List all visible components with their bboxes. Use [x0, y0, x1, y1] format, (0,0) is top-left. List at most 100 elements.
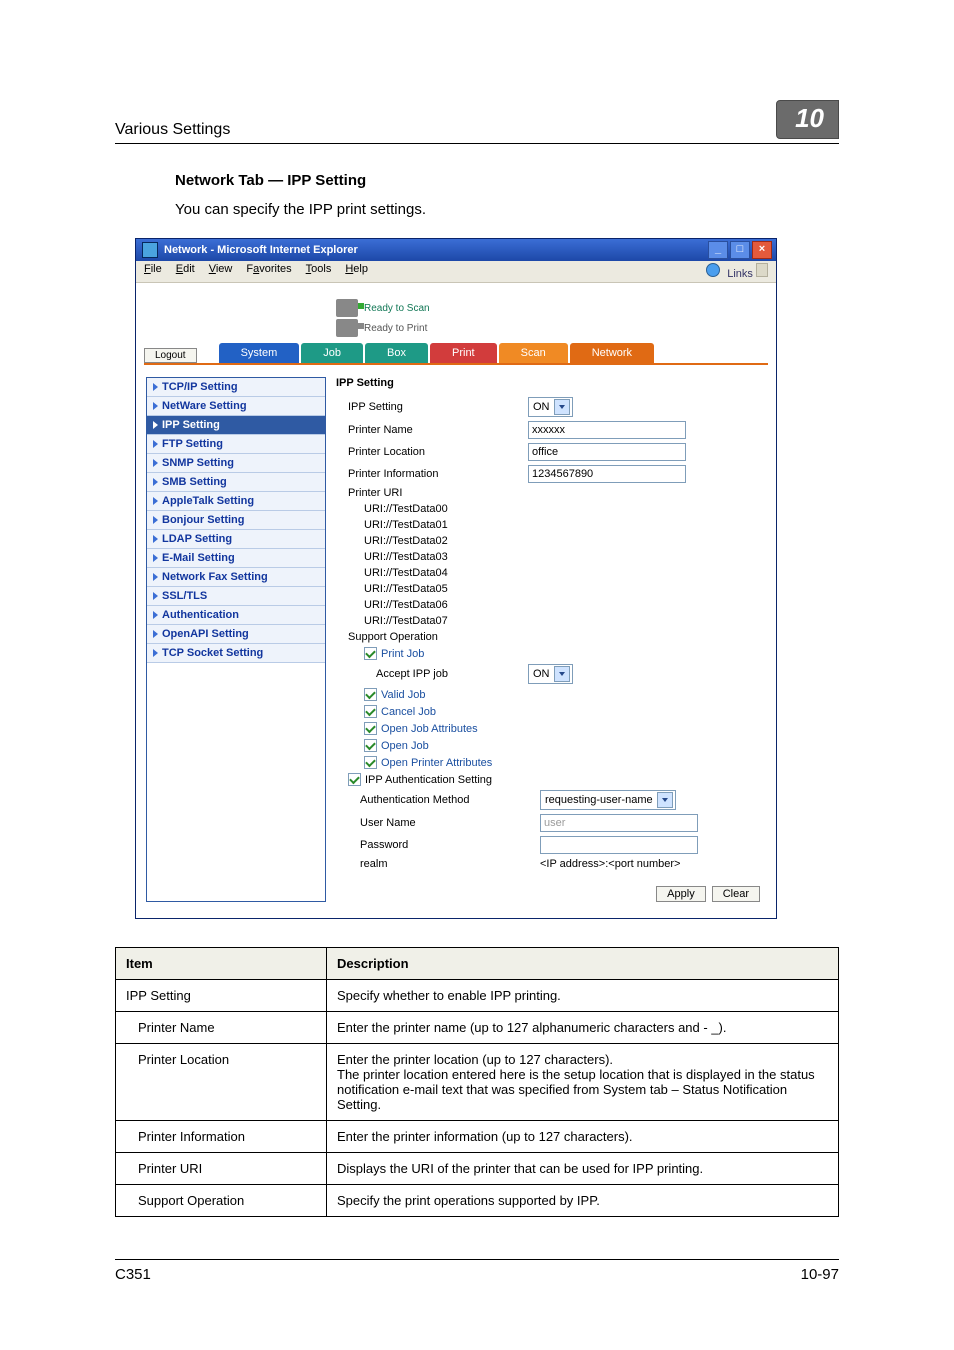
menu-edit[interactable]: Edit [176, 263, 195, 280]
op-open-printer-attr: Open Printer Attributes [381, 757, 492, 769]
uri-row: URI://TestData06 [336, 597, 766, 613]
scanner-icon [336, 299, 358, 317]
uri-row: URI://TestData04 [336, 565, 766, 581]
ie-window: Network - Microsoft Internet Explorer _ … [135, 238, 777, 919]
op-open-job-attr: Open Job Attributes [381, 723, 478, 735]
chevron-down-icon [554, 666, 570, 682]
label-ipp-auth: IPP Authentication Setting [365, 774, 492, 786]
realm-value: <IP address>:<port number> [540, 858, 680, 870]
status-scan: Ready to Scan [364, 303, 430, 314]
table-row: Support Operation Specify the print oper… [116, 1185, 839, 1217]
status-print: Ready to Print [364, 323, 427, 334]
nav-snmp[interactable]: SNMP Setting [147, 454, 325, 473]
checkbox-valid-job[interactable] [364, 688, 377, 701]
checkbox-ipp-auth[interactable] [348, 773, 361, 786]
menu-file[interactable]: File [144, 263, 162, 280]
uri-row: URI://TestData01 [336, 517, 766, 533]
minimize-button[interactable]: _ [708, 241, 728, 259]
links-bar[interactable]: Links [706, 263, 768, 280]
checkbox-open-printer-attr[interactable] [364, 756, 377, 769]
menu-tools[interactable]: Tools [306, 263, 332, 280]
nav-ssltls[interactable]: SSL/TLS [147, 587, 325, 606]
nav-smb[interactable]: SMB Setting [147, 473, 325, 492]
uri-row: URI://TestData07 [336, 613, 766, 629]
label-accept-ipp: Accept IPP job [376, 668, 528, 680]
nav-netware[interactable]: NetWare Setting [147, 397, 325, 416]
close-button[interactable]: × [752, 241, 772, 259]
nav-tcpip[interactable]: TCP/IP Setting [147, 378, 325, 397]
op-valid-job: Valid Job [381, 689, 425, 701]
input-printer-name[interactable] [528, 421, 686, 439]
form-heading: IPP Setting [336, 377, 766, 395]
nav-tcpsocket[interactable]: TCP Socket Setting [147, 644, 325, 663]
menu-view[interactable]: View [209, 263, 233, 280]
checkbox-print-job[interactable] [364, 647, 377, 660]
select-accept-ipp[interactable]: ON [528, 664, 573, 684]
chapter-number-badge: 10 [776, 100, 839, 139]
ipp-form-area: IPP Setting IPP Setting ON Printer Name … [336, 377, 766, 902]
input-printer-info[interactable] [528, 465, 686, 483]
nav-ipp[interactable]: IPP Setting [147, 416, 325, 435]
table-row: Printer Name Enter the printer name (up … [116, 1012, 839, 1044]
tab-system[interactable]: System [219, 343, 300, 363]
th-item: Item [116, 948, 327, 980]
th-desc: Description [327, 948, 839, 980]
uri-row: URI://TestData02 [336, 533, 766, 549]
section-body: You can specify the IPP print settings. [175, 201, 839, 218]
help-icon [706, 263, 720, 277]
label-support-op: Support Operation [348, 631, 528, 643]
chevron-right-icon [756, 263, 768, 277]
op-cancel-job: Cancel Job [381, 706, 436, 718]
nav-appletalk[interactable]: AppleTalk Setting [147, 492, 325, 511]
ie-icon [142, 242, 158, 258]
uri-row: URI://TestData03 [336, 549, 766, 565]
footer-page: 10-97 [801, 1266, 839, 1283]
select-auth-method[interactable]: requesting-user-name [540, 790, 676, 810]
apply-button[interactable]: Apply [656, 886, 706, 902]
window-titlebar: Network - Microsoft Internet Explorer _ … [136, 239, 776, 261]
table-row: Printer Information Enter the printer in… [116, 1121, 839, 1153]
nav-ftp[interactable]: FTP Setting [147, 435, 325, 454]
input-user-name[interactable] [540, 814, 698, 832]
menu-help[interactable]: Help [345, 263, 368, 280]
logout-button[interactable]: Logout [144, 348, 197, 363]
select-ipp-setting[interactable]: ON [528, 397, 573, 417]
uri-row: URI://TestData00 [336, 501, 766, 517]
tab-box[interactable]: Box [365, 343, 428, 363]
nav-email[interactable]: E-Mail Setting [147, 549, 325, 568]
section-running-head: Various Settings [115, 121, 230, 139]
section-heading: Network Tab — IPP Setting [175, 172, 839, 189]
table-row: IPP Setting Specify whether to enable IP… [116, 980, 839, 1012]
input-printer-location[interactable] [528, 443, 686, 461]
nav-ldap[interactable]: LDAP Setting [147, 530, 325, 549]
menu-favorites[interactable]: Favorites [246, 263, 291, 280]
label-printer-uri: Printer URI [348, 487, 528, 499]
label-user-name: User Name [348, 817, 540, 829]
clear-button[interactable]: Clear [712, 886, 760, 902]
table-row: Printer URI Displays the URI of the prin… [116, 1153, 839, 1185]
tab-print[interactable]: Print [430, 343, 497, 363]
tab-scan[interactable]: Scan [499, 343, 568, 363]
tab-network[interactable]: Network [570, 343, 654, 363]
maximize-button[interactable]: □ [730, 241, 750, 259]
nav-auth[interactable]: Authentication [147, 606, 325, 625]
op-print-job: Print Job [381, 648, 424, 660]
checkbox-open-job[interactable] [364, 739, 377, 752]
network-side-nav: TCP/IP Setting NetWare Setting IPP Setti… [146, 377, 326, 902]
checkbox-cancel-job[interactable] [364, 705, 377, 718]
label-printer-name: Printer Name [348, 424, 528, 436]
window-title: Network - Microsoft Internet Explorer [164, 244, 358, 256]
tab-job[interactable]: Job [301, 343, 363, 363]
nav-netfax[interactable]: Network Fax Setting [147, 568, 325, 587]
device-status-area: Ready to Scan Ready to Print [136, 283, 776, 343]
checkbox-open-job-attr[interactable] [364, 722, 377, 735]
input-password[interactable] [540, 836, 698, 854]
nav-bonjour[interactable]: Bonjour Setting [147, 511, 325, 530]
label-password: Password [348, 839, 540, 851]
printer-icon [336, 319, 358, 337]
label-printer-info: Printer Information [348, 468, 528, 480]
nav-openapi[interactable]: OpenAPI Setting [147, 625, 325, 644]
label-auth-method: Authentication Method [348, 794, 540, 806]
table-row: Printer Location Enter the printer locat… [116, 1044, 839, 1121]
uri-row: URI://TestData05 [336, 581, 766, 597]
